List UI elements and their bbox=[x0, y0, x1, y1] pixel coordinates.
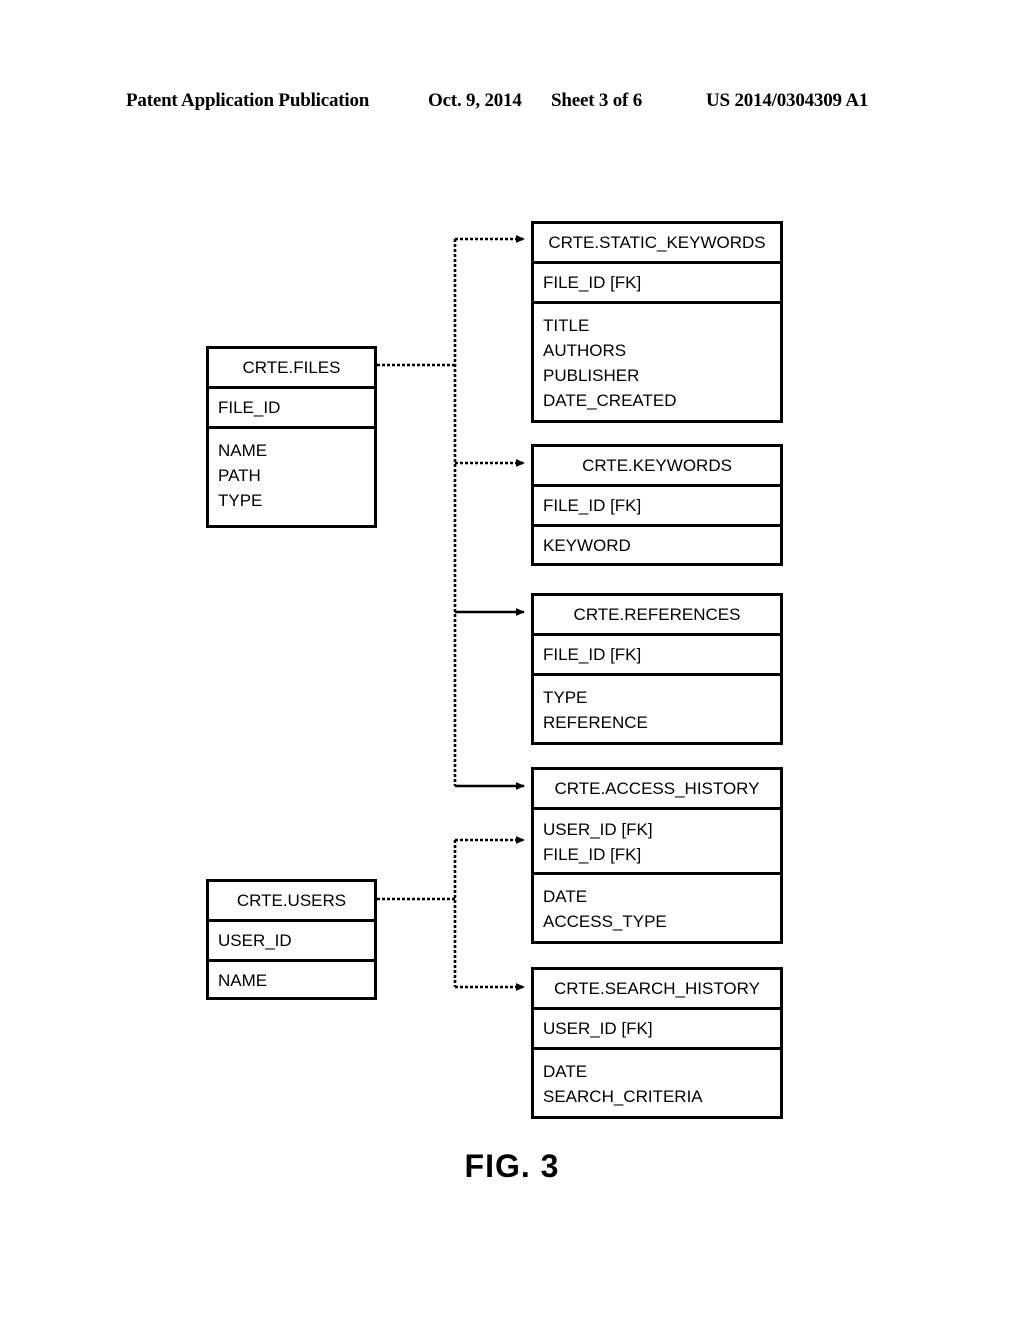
entity-field: DATE bbox=[543, 1062, 588, 1081]
entity-field: REFERENCE bbox=[543, 713, 648, 732]
entity-attribute-fields: TITLE AUTHORS PUBLISHER DATE_CREATED bbox=[534, 304, 780, 422]
entity-title: CRTE.KEYWORDS bbox=[534, 447, 780, 487]
entity-title: CRTE.USERS bbox=[209, 882, 374, 922]
entity-field: PATH bbox=[218, 466, 261, 485]
entity-field: NAME bbox=[218, 441, 268, 460]
entity-title: CRTE.FILES bbox=[209, 349, 374, 389]
er-diagram: CRTE.FILES FILE_ID NAME PATH TYPE CRTE.U… bbox=[0, 0, 1024, 1320]
entity-field: DATE_CREATED bbox=[543, 391, 677, 410]
entity-key-fields: USER_ID [FK] FILE_ID [FK] bbox=[534, 810, 780, 875]
connector-layer bbox=[377, 235, 525, 991]
entity-field: SEARCH_CRITERIA bbox=[543, 1087, 703, 1106]
entity-field: FILE_ID [FK] bbox=[543, 645, 642, 664]
connector-users-group bbox=[377, 836, 525, 991]
entity-crte-files[interactable]: CRTE.FILES FILE_ID NAME PATH TYPE bbox=[206, 346, 377, 528]
entity-field: KEYWORD bbox=[543, 536, 631, 555]
entity-key-fields: FILE_ID bbox=[209, 389, 374, 429]
entity-field: NAME bbox=[218, 971, 268, 990]
entity-field: TITLE bbox=[543, 316, 590, 335]
entity-field: USER_ID bbox=[218, 931, 292, 950]
entity-title: CRTE.ACCESS_HISTORY bbox=[534, 770, 780, 810]
figure-caption: FIG. 3 bbox=[464, 1148, 560, 1184]
entity-crte-static-keywords[interactable]: CRTE.STATIC_KEYWORDS FILE_ID [FK] TITLE … bbox=[531, 221, 783, 423]
entity-crte-users[interactable]: CRTE.USERS USER_ID NAME bbox=[206, 879, 377, 1000]
entity-attribute-fields: KEYWORD bbox=[534, 527, 780, 567]
entity-field: FILE_ID [FK] bbox=[543, 845, 642, 864]
entity-field: PUBLISHER bbox=[543, 366, 640, 385]
entity-key-fields: FILE_ID [FK] bbox=[534, 487, 780, 527]
entity-attribute-fields: DATE ACCESS_TYPE bbox=[534, 875, 780, 943]
entity-key-fields: FILE_ID [FK] bbox=[534, 264, 780, 304]
entity-title: CRTE.STATIC_KEYWORDS bbox=[534, 224, 780, 264]
entity-crte-references[interactable]: CRTE.REFERENCES FILE_ID [FK] TYPE REFERE… bbox=[531, 593, 783, 745]
entity-attribute-fields: NAME bbox=[209, 962, 374, 1002]
entity-field: USER_ID [FK] bbox=[543, 1019, 653, 1038]
entity-key-fields: USER_ID bbox=[209, 922, 374, 962]
entity-field: USER_ID [FK] bbox=[543, 820, 653, 839]
entity-field: ACCESS_TYPE bbox=[543, 912, 667, 931]
entity-title: CRTE.SEARCH_HISTORY bbox=[534, 970, 780, 1010]
entity-crte-access-history[interactable]: CRTE.ACCESS_HISTORY USER_ID [FK] FILE_ID… bbox=[531, 767, 783, 944]
entity-attribute-fields: NAME PATH TYPE bbox=[209, 429, 374, 522]
entity-field: FILE_ID bbox=[218, 398, 281, 417]
entity-key-fields: FILE_ID [FK] bbox=[534, 636, 780, 676]
entity-field: TYPE bbox=[543, 688, 588, 707]
entity-field: FILE_ID [FK] bbox=[543, 273, 642, 292]
entity-crte-search-history[interactable]: CRTE.SEARCH_HISTORY USER_ID [FK] DATE SE… bbox=[531, 967, 783, 1119]
entity-attribute-fields: DATE SEARCH_CRITERIA bbox=[534, 1050, 780, 1118]
entity-field: DATE bbox=[543, 887, 588, 906]
entity-title: CRTE.REFERENCES bbox=[534, 596, 780, 636]
entity-attribute-fields: TYPE REFERENCE bbox=[534, 676, 780, 744]
entity-field: FILE_ID [FK] bbox=[543, 496, 642, 515]
connector-files-group bbox=[377, 235, 525, 790]
entity-key-fields: USER_ID [FK] bbox=[534, 1010, 780, 1050]
entity-crte-keywords[interactable]: CRTE.KEYWORDS FILE_ID [FK] KEYWORD bbox=[531, 444, 783, 566]
entity-field: AUTHORS bbox=[543, 341, 627, 360]
entity-field: TYPE bbox=[218, 491, 263, 510]
